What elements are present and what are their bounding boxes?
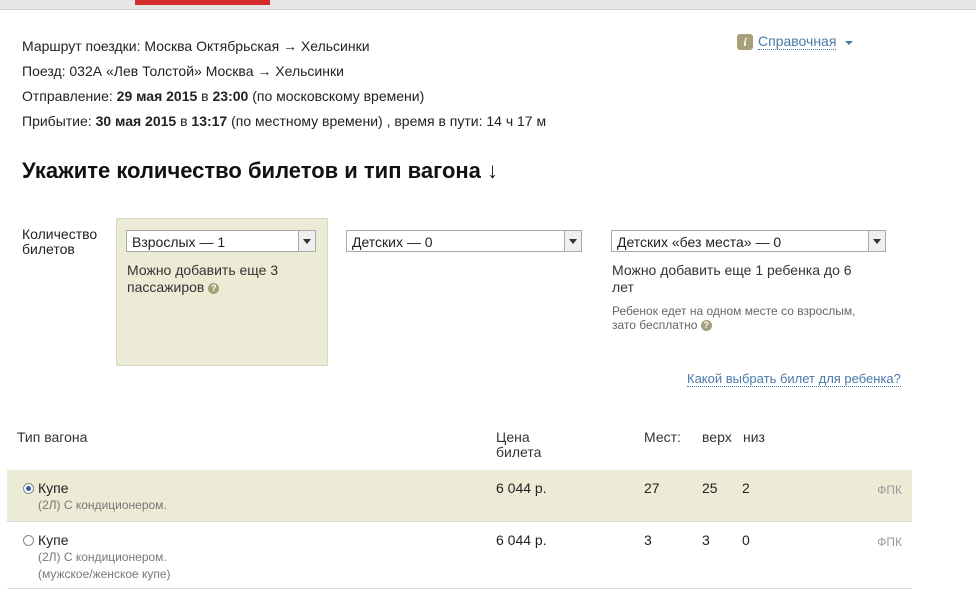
price: 6 044 р. — [496, 480, 547, 496]
seats-total: 3 — [644, 532, 652, 548]
col-header-price: Цена билета — [496, 429, 542, 460]
arrival-line: Прибытие: 30 мая 2015 в 13:17 (по местно… — [22, 113, 547, 129]
adults-select[interactable]: Взрослых — 1 — [126, 230, 316, 252]
infants-note: Можно добавить еще 1 ребенка до 6 лет — [612, 262, 852, 295]
page-title: Укажите количество билетов и тип вагона … — [22, 158, 499, 183]
active-tab-indicator — [135, 0, 270, 5]
seats-upper: 25 — [702, 480, 718, 496]
car-type-radio[interactable] — [23, 535, 34, 546]
car-type-radio[interactable] — [23, 483, 34, 494]
seats-upper: 3 — [702, 532, 710, 548]
help-link[interactable]: Справочная — [758, 33, 837, 50]
route-line: Маршрут поездки: Москва Октябрьская → Хе… — [22, 38, 370, 54]
chevron-down-icon — [845, 40, 854, 45]
train-line: Поезд: 032А «Лев Толстой» Москва → Хельс… — [22, 63, 344, 79]
col-header-lower: низ — [743, 429, 765, 445]
trip-info: Маршрут поездки: Москва Октябрьская → Хе… — [22, 34, 546, 134]
dropdown-arrow-icon — [298, 231, 315, 251]
help-dropdown[interactable]: i Справочная — [737, 33, 854, 50]
tickets-count-label: Количество билетов — [22, 226, 98, 257]
car-description: (2Л) С кондиционером. — [38, 550, 167, 564]
question-icon[interactable]: ? — [208, 282, 220, 294]
car-type: Купе — [38, 532, 69, 548]
top-bar — [0, 0, 976, 10]
col-header-upper: верх — [702, 429, 732, 445]
table-row[interactable]: Купе (2Л) С кондиционером. 6 044 р. 27 2… — [7, 470, 912, 522]
col-header-seats: Мест: — [644, 429, 681, 445]
seats-lower: 0 — [742, 532, 750, 548]
carrier: ФПК — [877, 483, 902, 497]
infants-select[interactable]: Детских «без места» — 0 — [611, 230, 886, 252]
seats-lower: 2 — [742, 480, 750, 496]
children-select[interactable]: Детских — 0 — [346, 230, 582, 252]
infants-small-note: Ребенок едет на одном месте со взрослым,… — [612, 304, 856, 332]
child-ticket-help-link[interactable]: Какой выбрать билет для ребенка? — [687, 371, 901, 387]
info-icon: i — [737, 33, 753, 50]
car-type: Купе — [38, 480, 69, 496]
question-icon[interactable]: ? — [700, 320, 712, 332]
dropdown-arrow-icon — [564, 231, 581, 251]
price: 6 044 р. — [496, 532, 547, 548]
seats-total: 27 — [644, 480, 660, 496]
dropdown-arrow-icon — [868, 231, 885, 251]
car-description: (2Л) С кондиционером. — [38, 498, 167, 512]
col-header-type: Тип вагона — [17, 429, 88, 445]
table-row[interactable]: Купе (2Л) С кондиционером. (мужское/женс… — [7, 522, 912, 589]
car-description-extra: (мужское/женское купе) — [38, 567, 171, 581]
adults-note: Можно добавить еще 3 пассажиров ? — [127, 262, 279, 295]
departure-line: Отправление: 29 мая 2015 в 23:00 (по мос… — [22, 88, 425, 104]
carrier: ФПК — [877, 535, 902, 549]
